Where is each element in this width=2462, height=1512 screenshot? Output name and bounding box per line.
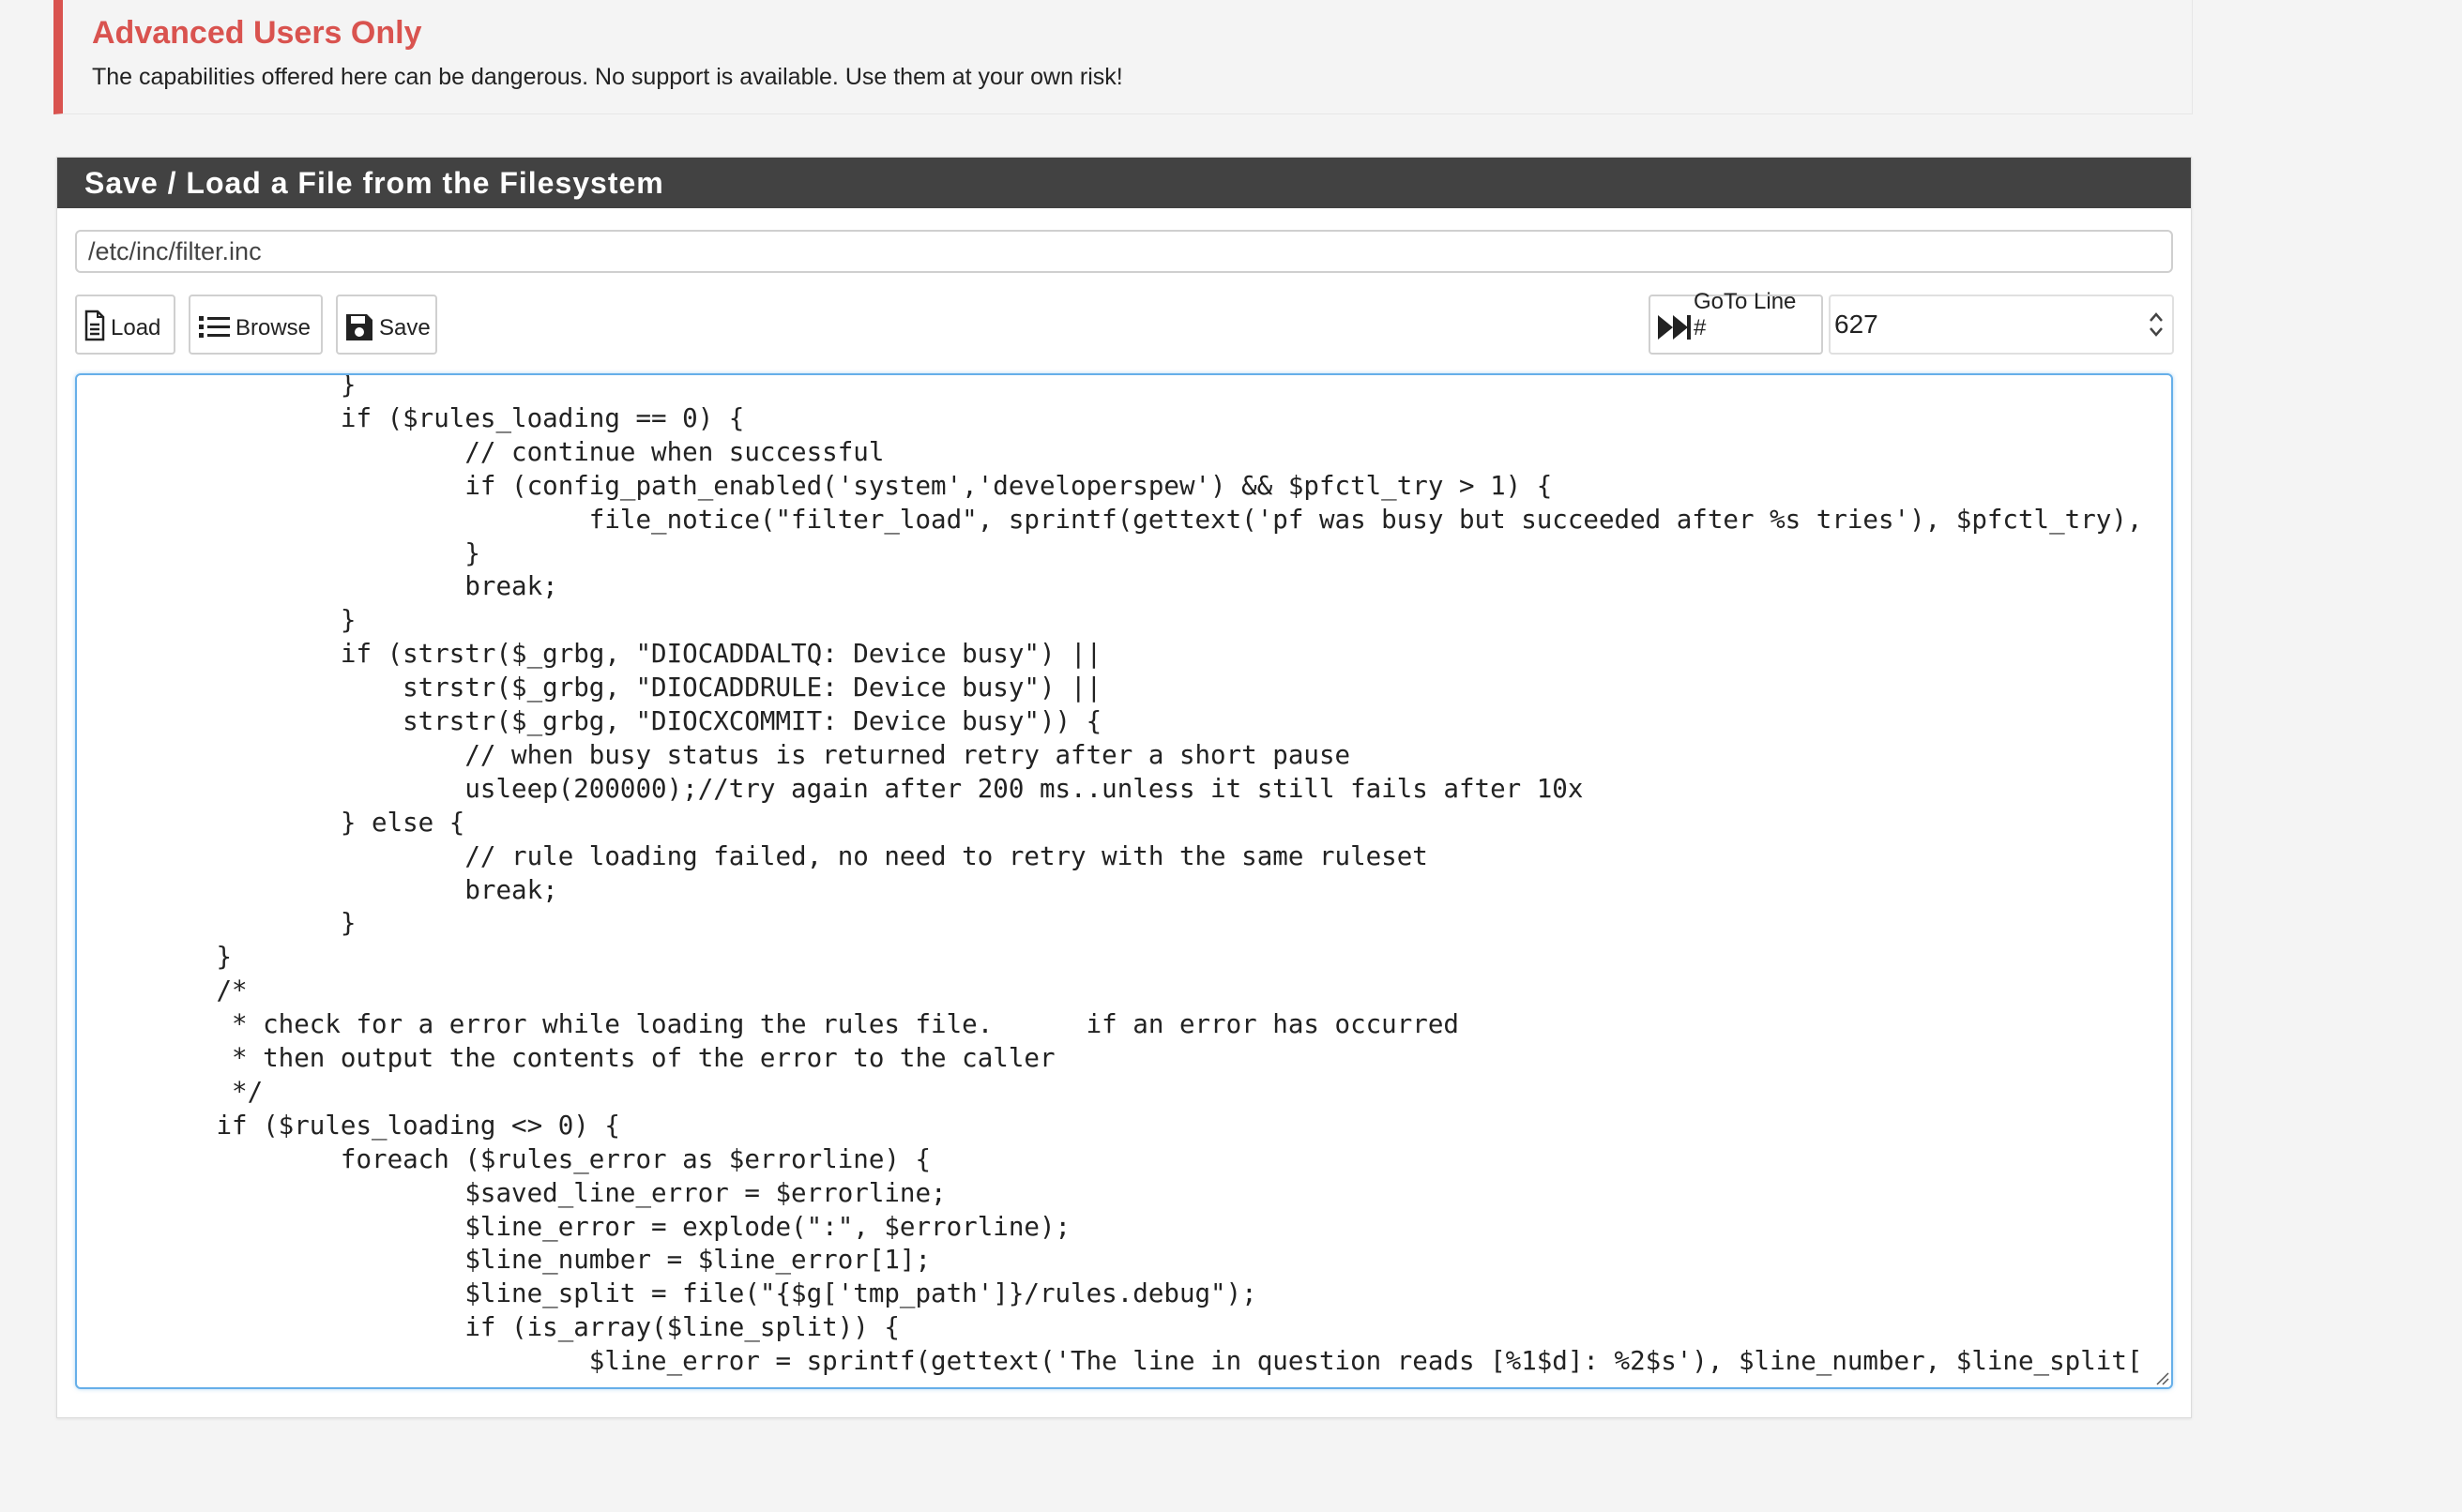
goto-line-field	[1829, 295, 2174, 355]
resize-handle-icon[interactable]	[2154, 1370, 2169, 1385]
code-line: */	[92, 1076, 264, 1107]
code-line: }	[92, 605, 357, 636]
load-button[interactable]: Load	[75, 295, 175, 355]
page: Advanced Users Only The capabilities off…	[0, 0, 2462, 1512]
code-line: $saved_line_error = $errorline;	[92, 1177, 947, 1208]
code-line: break;	[92, 571, 558, 602]
code-line: if (config_path_enabled('system','develo…	[92, 470, 1553, 501]
file-icon	[84, 310, 105, 341]
browse-button-label: Browse	[236, 315, 312, 340]
browse-button[interactable]: Browse	[189, 295, 323, 355]
code-line: if ($rules_loading <> 0) {	[92, 1110, 620, 1141]
code-line: /*	[92, 975, 248, 1006]
list-icon	[198, 313, 230, 341]
panel-title: Save / Load a File from the Filesystem	[57, 158, 2191, 208]
code-line: $line_split = file("{$g['tmp_path']}/rul…	[92, 1278, 1257, 1309]
alert-title: Advanced Users Only	[92, 15, 422, 51]
code-line: }	[92, 373, 357, 400]
code-line: if ($rules_loading == 0) {	[92, 402, 745, 433]
code-line: }	[92, 942, 233, 973]
number-spinner-icon[interactable]	[2148, 310, 2165, 340]
file-editor-panel: Save / Load a File from the Filesystem L…	[56, 157, 2192, 1418]
code-line: $line_error = sprintf(gettext('The line …	[92, 1346, 2143, 1377]
code-line: if (strstr($_grbg, "DIOCADDALTQ: Device …	[92, 639, 1102, 670]
code-line: $line_number = $line_error[1];	[92, 1245, 932, 1276]
code-line: $line_error = explode(":", $errorline);	[92, 1211, 1071, 1242]
file-path-input[interactable]	[75, 230, 2173, 273]
floppy-disk-icon	[345, 313, 373, 341]
code-line: foreach ($rules_error as $errorline) {	[92, 1143, 932, 1174]
code-line: * check for a error while loading the ru…	[92, 1009, 1459, 1040]
code-line: }	[92, 537, 480, 568]
code-line: if (is_array($line_split)) {	[92, 1312, 900, 1343]
load-button-label: Load	[111, 315, 161, 340]
code-line: // continue when successful	[92, 436, 885, 467]
fast-forward-icon	[1656, 313, 1692, 341]
code-line: } else {	[92, 807, 465, 838]
code-line: break;	[92, 874, 558, 905]
goto-line-button[interactable]: GoTo Line #	[1649, 289, 1823, 355]
code-editor-textarea[interactable]: } if ($rules_loading == 0) { // continue…	[75, 373, 2173, 1389]
code-line: }	[92, 908, 357, 939]
code-line: usleep(200000);//try again after 200 ms.…	[92, 773, 1584, 804]
code-line: file_notice("filter_load", sprintf(gette…	[92, 504, 2143, 535]
goto-line-button-label: GoTo Line #	[1694, 289, 1797, 340]
code-line: // rule loading failed, no need to retry…	[92, 840, 1428, 871]
code-line: strstr($_grbg, "DIOCADDRULE: Device busy…	[92, 673, 1102, 703]
alert-message: The capabilities offered here can be dan…	[92, 64, 1123, 90]
code-line: // when busy status is returned retry af…	[92, 739, 1351, 770]
goto-line-input[interactable]	[1831, 296, 2136, 353]
warning-alert: Advanced Users Only The capabilities off…	[53, 0, 2193, 114]
save-button-label: Save	[379, 315, 431, 340]
save-button[interactable]: Save	[336, 295, 437, 355]
code-line: * then output the contents of the error …	[92, 1043, 1056, 1073]
code-line: strstr($_grbg, "DIOCXCOMMIT: Device busy…	[92, 706, 1102, 736]
